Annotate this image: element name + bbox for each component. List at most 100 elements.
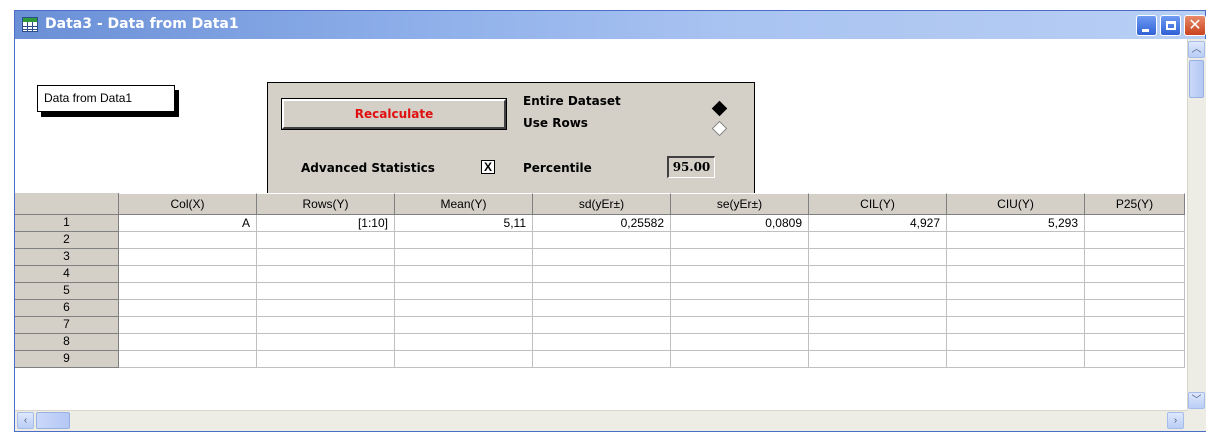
- table-cell[interactable]: [533, 232, 671, 249]
- table-cell[interactable]: [671, 317, 809, 334]
- table-cell[interactable]: [257, 317, 395, 334]
- table-cell[interactable]: [1085, 300, 1185, 317]
- row-header[interactable]: 1: [15, 215, 119, 232]
- table-cell[interactable]: [1085, 232, 1185, 249]
- table-cell[interactable]: [533, 266, 671, 283]
- table-cell[interactable]: [395, 266, 533, 283]
- column-header[interactable]: Col(X): [119, 193, 257, 215]
- scroll-left-button[interactable]: ‹: [17, 412, 34, 429]
- table-cell[interactable]: [671, 334, 809, 351]
- column-header[interactable]: P25(Y): [1085, 193, 1185, 215]
- table-cell[interactable]: 0,25582: [533, 215, 671, 232]
- table-cell[interactable]: [671, 283, 809, 300]
- table-cell[interactable]: [1085, 317, 1185, 334]
- title-bar[interactable]: Data3 - Data from Data1 ✕: [15, 11, 1206, 39]
- table-cell[interactable]: [1085, 334, 1185, 351]
- scroll-up-button[interactable]: ︿: [1188, 41, 1205, 58]
- table-cell[interactable]: [809, 283, 947, 300]
- table-cell[interactable]: 5,11: [395, 215, 533, 232]
- table-cell[interactable]: [119, 283, 257, 300]
- use-rows-radio[interactable]: [711, 120, 728, 137]
- table-cell[interactable]: [671, 249, 809, 266]
- table-cell[interactable]: [533, 351, 671, 368]
- table-cell[interactable]: [395, 334, 533, 351]
- table-cell[interactable]: [1085, 266, 1185, 283]
- table-cell[interactable]: [533, 334, 671, 351]
- scroll-down-button[interactable]: ﹀: [1188, 392, 1205, 409]
- table-cell[interactable]: [809, 334, 947, 351]
- table-cell[interactable]: [257, 351, 395, 368]
- table-cell[interactable]: [119, 300, 257, 317]
- row-header[interactable]: 8: [15, 334, 119, 351]
- close-button[interactable]: ✕: [1184, 15, 1206, 36]
- table-cell[interactable]: [119, 351, 257, 368]
- table-cell[interactable]: [947, 249, 1085, 266]
- table-cell[interactable]: [257, 249, 395, 266]
- table-cell[interactable]: [947, 317, 1085, 334]
- row-header[interactable]: 5: [15, 283, 119, 300]
- percentile-field[interactable]: 95.00: [667, 156, 715, 178]
- table-cell[interactable]: [257, 232, 395, 249]
- table-cell[interactable]: [395, 300, 533, 317]
- table-cell[interactable]: [671, 266, 809, 283]
- column-header[interactable]: sd(yEr±): [533, 193, 671, 215]
- grid-corner[interactable]: [15, 193, 119, 215]
- table-cell[interactable]: [395, 232, 533, 249]
- table-cell[interactable]: [395, 317, 533, 334]
- row-header[interactable]: 6: [15, 300, 119, 317]
- advanced-statistics-checkbox[interactable]: X: [481, 160, 495, 174]
- table-cell[interactable]: [671, 351, 809, 368]
- table-cell[interactable]: [671, 300, 809, 317]
- table-cell[interactable]: [947, 266, 1085, 283]
- table-cell[interactable]: A: [119, 215, 257, 232]
- table-cell[interactable]: [533, 300, 671, 317]
- table-cell[interactable]: [809, 300, 947, 317]
- table-cell[interactable]: [1085, 283, 1185, 300]
- table-cell[interactable]: [809, 351, 947, 368]
- column-header[interactable]: se(yEr±): [671, 193, 809, 215]
- table-cell[interactable]: [1085, 351, 1185, 368]
- table-cell[interactable]: [947, 300, 1085, 317]
- table-cell[interactable]: [1085, 249, 1185, 266]
- table-cell[interactable]: [119, 249, 257, 266]
- row-header[interactable]: 2: [15, 232, 119, 249]
- table-cell[interactable]: [119, 317, 257, 334]
- column-header[interactable]: Rows(Y): [257, 193, 395, 215]
- minimize-button[interactable]: [1136, 15, 1157, 36]
- table-cell[interactable]: [257, 266, 395, 283]
- table-cell[interactable]: [809, 249, 947, 266]
- table-cell[interactable]: [671, 232, 809, 249]
- horizontal-scrollbar[interactable]: ‹ ›: [15, 410, 1187, 431]
- table-cell[interactable]: [947, 334, 1085, 351]
- recalculate-button[interactable]: Recalculate: [281, 98, 507, 130]
- table-cell[interactable]: [809, 232, 947, 249]
- row-header[interactable]: 7: [15, 317, 119, 334]
- column-header[interactable]: Mean(Y): [395, 193, 533, 215]
- table-cell[interactable]: [533, 249, 671, 266]
- row-header[interactable]: 9: [15, 351, 119, 368]
- table-cell[interactable]: [1:10]: [257, 215, 395, 232]
- column-header[interactable]: CIL(Y): [809, 193, 947, 215]
- table-cell[interactable]: [395, 283, 533, 300]
- vertical-scrollbar[interactable]: ︿ ﹀: [1187, 39, 1206, 412]
- table-cell[interactable]: [395, 249, 533, 266]
- table-cell[interactable]: 0,0809: [671, 215, 809, 232]
- table-cell[interactable]: 5,293: [947, 215, 1085, 232]
- resize-grip[interactable]: [1187, 410, 1206, 431]
- table-cell[interactable]: [257, 283, 395, 300]
- row-header[interactable]: 4: [15, 266, 119, 283]
- table-cell[interactable]: [947, 283, 1085, 300]
- table-cell[interactable]: [395, 351, 533, 368]
- table-cell[interactable]: [533, 317, 671, 334]
- entire-dataset-radio[interactable]: [711, 100, 728, 117]
- table-cell[interactable]: [947, 232, 1085, 249]
- table-cell[interactable]: [533, 283, 671, 300]
- table-cell[interactable]: [1085, 215, 1185, 232]
- table-cell[interactable]: [119, 334, 257, 351]
- table-cell[interactable]: [119, 266, 257, 283]
- table-cell[interactable]: [809, 266, 947, 283]
- column-header[interactable]: CIU(Y): [947, 193, 1085, 215]
- row-header[interactable]: 3: [15, 249, 119, 266]
- table-cell[interactable]: [257, 300, 395, 317]
- table-cell[interactable]: [257, 334, 395, 351]
